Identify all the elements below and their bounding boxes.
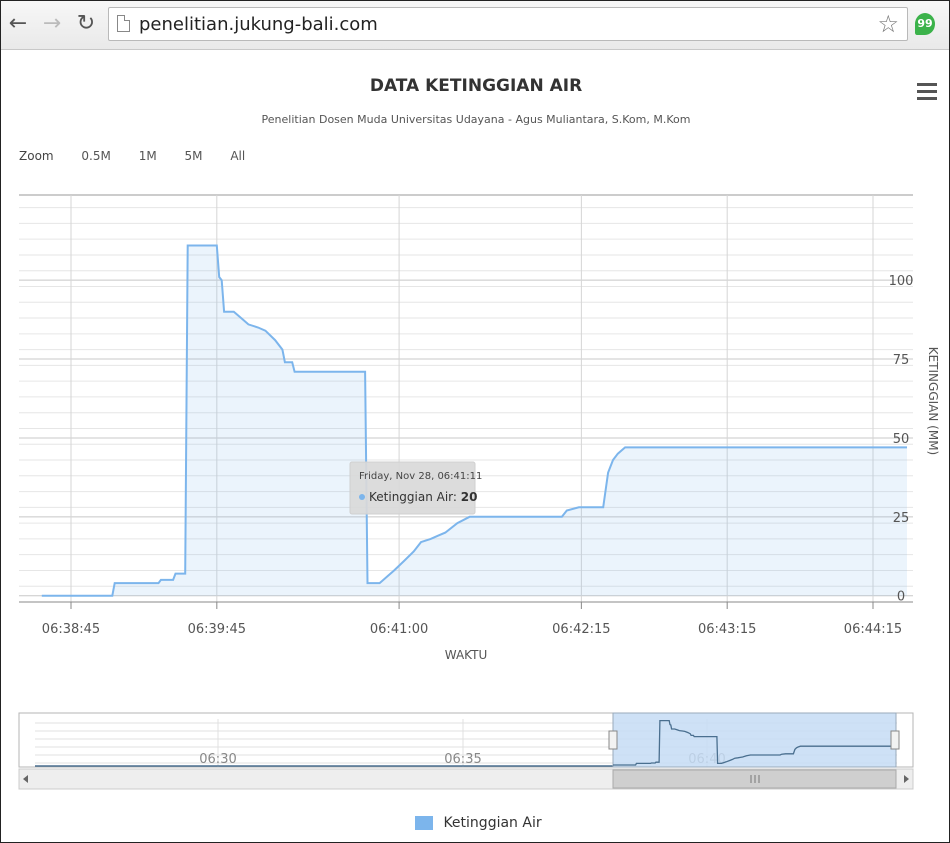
x-tick-label: 06:42:15 xyxy=(552,622,610,637)
x-tick-label: 06:43:15 xyxy=(698,622,756,637)
tooltip-value: 20 xyxy=(461,490,478,504)
x-tick-label: 06:44:15 xyxy=(844,622,902,637)
x-tick-label: 06:39:45 xyxy=(188,622,246,637)
legend-label: Ketinggian Air xyxy=(443,815,542,831)
tooltip-series: Ketinggian Air: 20 xyxy=(369,490,477,504)
y-axis-title: KETINGGIAN (MM) xyxy=(926,347,940,456)
chart-legend[interactable]: Ketinggian Air xyxy=(415,815,542,835)
legend-swatch xyxy=(415,816,433,830)
series-area xyxy=(41,245,908,596)
x-axis-title: WAKTU xyxy=(445,648,487,662)
tooltip-date: Friday, Nov 28, 06:41:11 xyxy=(359,471,482,482)
browser-window: ← → ↻ penelitian.jukung-bali.com ☆ 99 DA… xyxy=(0,0,950,843)
y-tick-label: 25 xyxy=(893,511,910,526)
x-tick-label: 06:38:45 xyxy=(42,622,100,637)
tooltip-box xyxy=(349,461,476,515)
x-tick-label: 06:41:00 xyxy=(370,622,428,637)
chart-canvas: 025507510006:38:45 06:39:45 06:41:00 06:42:… xyxy=(18,194,940,790)
y-tick-label: 50 xyxy=(893,432,910,447)
navigator-tick-label: 06:35 xyxy=(444,752,481,767)
navigator-handle[interactable] xyxy=(608,730,618,750)
navigator-tick-label: 06:30 xyxy=(199,752,236,767)
y-tick-label: 100 xyxy=(889,274,914,289)
navigator-handle[interactable] xyxy=(890,730,900,750)
navigator-selection xyxy=(612,712,897,768)
y-tick-label: 75 xyxy=(893,353,910,368)
tooltip-marker xyxy=(359,494,365,500)
